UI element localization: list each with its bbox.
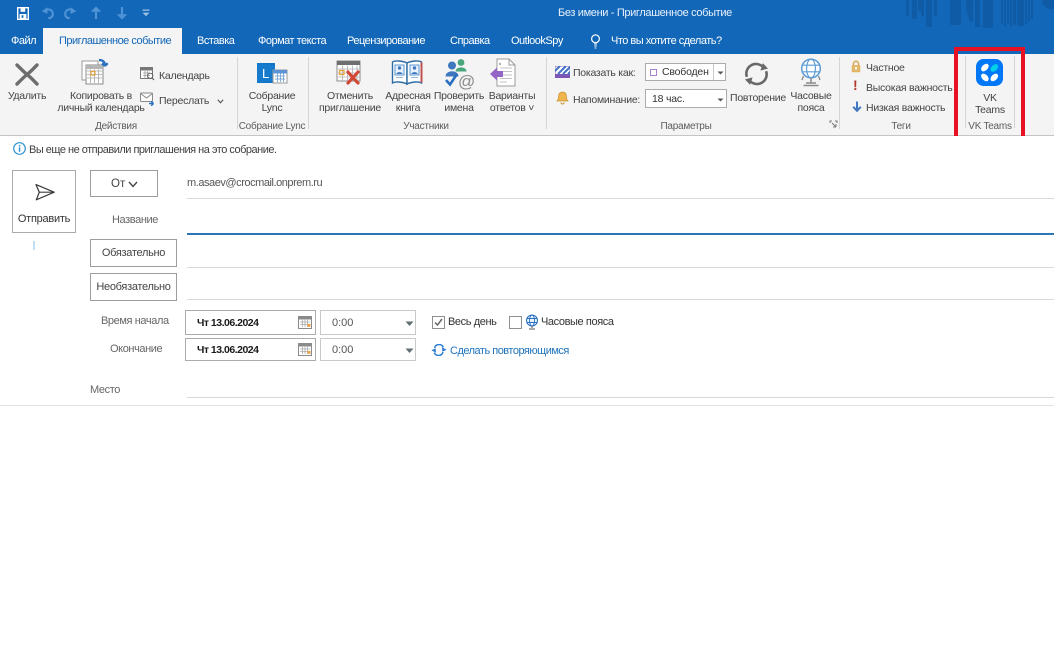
svg-text:@: @ xyxy=(458,72,475,90)
svg-text:L: L xyxy=(262,66,269,81)
